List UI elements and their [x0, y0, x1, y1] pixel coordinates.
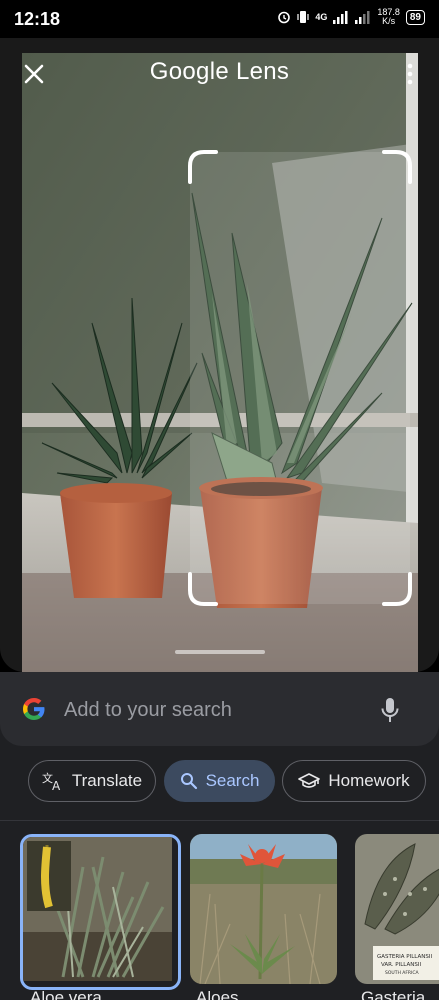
search-chip[interactable]: Search	[164, 760, 275, 802]
search-chip-label: Search	[205, 771, 260, 790]
alarm-icon	[278, 11, 291, 24]
lens-image-viewport[interactable]: Google Lens	[0, 38, 439, 672]
translate-chip-label: Translate	[71, 771, 143, 790]
signal-icon	[333, 11, 348, 24]
divider	[0, 820, 439, 821]
homework-chip-label: Homework	[328, 771, 410, 790]
svg-text:SOUTH AFRICA: SOUTH AFRICA	[385, 970, 420, 976]
result-image	[23, 837, 172, 981]
result-card[interactable]	[190, 834, 337, 984]
result-title[interactable]: Gasteria	[361, 988, 425, 1000]
search-input[interactable]: Add to your search	[64, 699, 232, 722]
result-title[interactable]: Aloe vera	[30, 988, 102, 1000]
vibrate-icon	[297, 11, 309, 23]
visual-matches: Aloe vera Aloes GASTERIA PILLANSII VAR. …	[0, 830, 439, 1000]
search-icon	[180, 773, 197, 790]
google-g-icon	[23, 698, 45, 720]
result-card[interactable]	[20, 834, 181, 990]
result-title[interactable]: Aloes	[196, 988, 239, 1000]
status-icons: 4G 187.8 K/s 89	[277, 8, 425, 26]
translate-icon: 文 A	[42, 771, 61, 791]
homework-chip[interactable]: Homework	[282, 760, 426, 802]
network-type: 4G	[315, 12, 328, 22]
plant-tag-text: GASTERIA PILLANSII	[377, 954, 432, 960]
result-image	[190, 834, 337, 984]
signal-icon-2	[355, 11, 370, 24]
result-card[interactable]: GASTERIA PILLANSII VAR. PILLANSII SOUTH …	[355, 834, 439, 984]
svg-text:A: A	[52, 779, 61, 791]
action-chips: 文 A Translate Search Homework	[0, 760, 439, 806]
lens-header: Google Lens	[0, 38, 439, 108]
add-to-search-bar[interactable]: Add to your search	[0, 672, 439, 746]
translate-chip[interactable]: 文 A Translate	[28, 760, 156, 802]
mic-icon[interactable]	[380, 696, 400, 724]
result-image: GASTERIA PILLANSII VAR. PILLANSII SOUTH …	[355, 834, 439, 984]
battery-indicator: 89	[405, 9, 425, 25]
school-icon	[298, 773, 321, 788]
sheet-drag-handle[interactable]	[175, 650, 265, 654]
clock: 12:18	[14, 9, 61, 29]
more-vert-icon[interactable]	[405, 62, 415, 86]
lens-title: Google Lens	[149, 58, 290, 85]
selection-crop-box[interactable]	[186, 148, 414, 608]
network-speed: 187.8 K/s	[377, 7, 400, 26]
status-bar: 12:18 4G 187.8 K/s 89	[0, 0, 439, 38]
svg-text:VAR. PILLANSII: VAR. PILLANSII	[381, 962, 421, 968]
